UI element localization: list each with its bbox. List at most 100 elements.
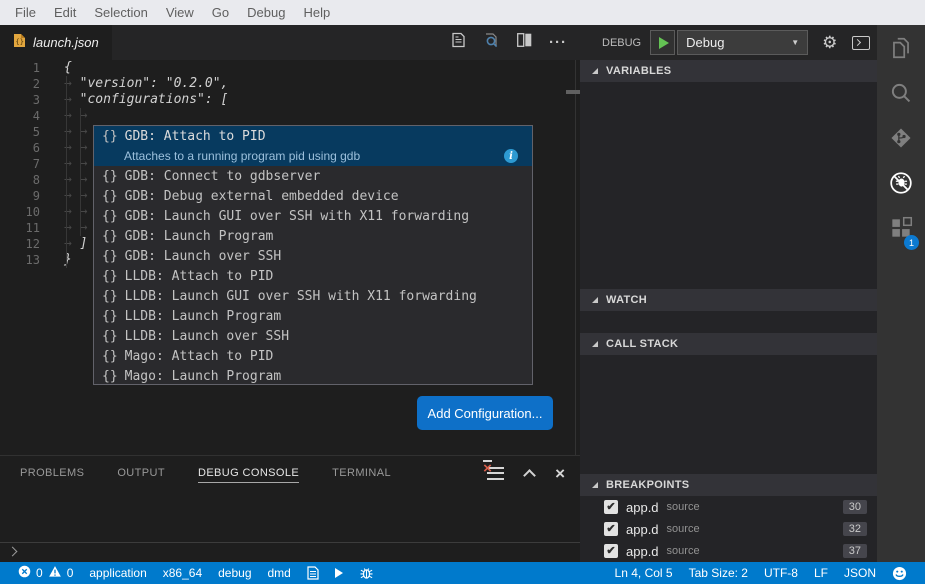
problems-status[interactable]: 0 0 (10, 565, 81, 581)
suggest-item[interactable]: {}GDB: Debug external embedded device (94, 186, 532, 206)
breakpoint-row[interactable]: ✔app.dsource30 (580, 496, 877, 518)
search-icon (888, 80, 914, 111)
code-line-4[interactable]: 4→ → (0, 108, 580, 124)
debug-console-input[interactable] (0, 542, 580, 559)
clear-console-icon[interactable]: × (487, 467, 504, 480)
breakpoint-file: app.d (626, 500, 659, 515)
menu-debug[interactable]: Debug (238, 0, 294, 25)
warning-icon (48, 565, 62, 581)
snippet-braces-icon: {} (102, 129, 118, 144)
eol[interactable]: LF (806, 566, 836, 580)
editor-group: {} launch.json ··· 1{2→ "version": " (0, 25, 580, 562)
feedback-smiley-icon[interactable] (884, 566, 915, 581)
editor-scrollbar[interactable] (575, 60, 576, 455)
suggest-item[interactable]: {}GDB: Attach to PID (94, 126, 532, 146)
suggest-item-label: Mago: Attach to PID (125, 349, 274, 364)
call-stack-body[interactable] (580, 355, 877, 474)
open-preview-icon[interactable] (451, 32, 466, 53)
open-console-icon[interactable] (852, 36, 870, 50)
line-number: 13 (0, 252, 40, 268)
maximize-panel-icon[interactable] (523, 469, 536, 482)
suggest-item[interactable]: {}Mago: Launch Program (94, 366, 532, 385)
snippet-braces-icon: {} (102, 209, 118, 224)
suggest-item[interactable]: {}GDB: Launch over SSH (94, 246, 532, 266)
configure-gear-icon[interactable]: ⚙ (822, 33, 837, 53)
debug-console-output[interactable] (0, 490, 580, 543)
start-debug-button[interactable] (650, 30, 675, 55)
close-panel-icon[interactable]: × (555, 467, 565, 480)
indent-guide (80, 108, 81, 236)
section-header-call-stack[interactable]: CALL STACK (580, 333, 877, 355)
activity-source-control[interactable] (877, 118, 925, 163)
suggest-item[interactable]: {}LLDB: Launch over SSH (94, 326, 532, 346)
more-actions-icon[interactable]: ··· (549, 38, 567, 48)
warning-count: 0 (67, 566, 74, 580)
add-configuration-button[interactable]: Add Configuration... (417, 396, 553, 430)
menu-selection[interactable]: Selection (85, 0, 156, 25)
cursor-position[interactable]: Ln 4, Col 5 (607, 566, 681, 580)
breakpoint-checkbox[interactable]: ✔ (604, 522, 618, 536)
panel-tab-output[interactable]: OUTPUT (117, 464, 165, 482)
breakpoint-file: app.d (626, 544, 659, 559)
panel-tab-debug-console[interactable]: DEBUG CONSOLE (198, 464, 299, 483)
code-line-1[interactable]: 1{ (0, 60, 580, 76)
info-icon[interactable]: i (504, 149, 518, 163)
suggest-item[interactable]: {}GDB: Launch Program (94, 226, 532, 246)
breakpoints-list: ✔app.dsource30✔app.dsource32✔app.dsource… (580, 496, 877, 562)
language-mode[interactable]: JSON (836, 566, 884, 580)
doc-status-icon[interactable] (299, 566, 327, 580)
breakpoint-checkbox[interactable]: ✔ (604, 500, 618, 514)
section-header-variables[interactable]: VARIABLES (580, 60, 877, 82)
section-header-breakpoints[interactable]: BREAKPOINTS (580, 474, 877, 496)
menu-go[interactable]: Go (203, 0, 238, 25)
activity-bar: 1 (877, 25, 925, 562)
clear-x-glyph: × (483, 460, 492, 462)
activity-search[interactable] (877, 73, 925, 118)
panel-tab-problems[interactable]: PROBLEMS (20, 464, 84, 482)
split-editor-icon[interactable] (517, 33, 532, 52)
tab-size[interactable]: Tab Size: 2 (681, 566, 756, 580)
suggest-item[interactable]: {}LLDB: Launch Program (94, 306, 532, 326)
search-in-file-icon[interactable] (483, 32, 500, 53)
breakpoint-file: app.d (626, 522, 659, 537)
tab-launch-json[interactable]: {} launch.json (0, 25, 112, 60)
run-status-icon[interactable] (327, 568, 351, 578)
menu-view[interactable]: View (157, 0, 203, 25)
status-right: Ln 4, Col 5 Tab Size: 2 UTF-8 LF JSON (607, 566, 925, 581)
breakpoint-row[interactable]: ✔app.dsource37 (580, 540, 877, 562)
activity-extensions[interactable]: 1 (877, 208, 925, 253)
status-x86_64[interactable]: x86_64 (155, 566, 210, 580)
suggest-item[interactable]: {}LLDB: Launch GUI over SSH with X11 for… (94, 286, 532, 306)
section-header-watch[interactable]: WATCH (580, 289, 877, 311)
panel-tab-terminal[interactable]: TERMINAL (332, 464, 391, 482)
menu-file[interactable]: File (6, 0, 45, 25)
extensions-badge: 1 (904, 235, 919, 250)
encoding[interactable]: UTF-8 (756, 566, 806, 580)
activity-debug[interactable] (877, 163, 925, 208)
suggest-item[interactable]: {}LLDB: Attach to PID (94, 266, 532, 286)
twistie-icon (592, 482, 598, 488)
section-label: WATCH (606, 294, 647, 306)
launch-config-select[interactable]: Debug ▼ (677, 30, 808, 55)
build-config-items: applicationx86_64debugdmd (81, 566, 298, 580)
breakpoint-checkbox[interactable]: ✔ (604, 544, 618, 558)
code-line-2[interactable]: 2→ "version": "0.2.0", (0, 76, 580, 92)
watch-body[interactable] (580, 311, 877, 333)
bug-status-icon[interactable] (351, 566, 382, 580)
bottom-panel: PROBLEMS OUTPUT DEBUG CONSOLE TERMINAL × × (0, 455, 580, 562)
section-label: BREAKPOINTS (606, 479, 689, 491)
activity-explorer[interactable] (877, 28, 925, 73)
menu-edit[interactable]: Edit (45, 0, 85, 25)
status-dmd[interactable]: dmd (260, 566, 299, 580)
suggest-item[interactable]: {}Mago: Attach to PID (94, 346, 532, 366)
breakpoint-row[interactable]: ✔app.dsource32 (580, 518, 877, 540)
snippet-braces-icon: {} (102, 249, 118, 264)
variables-body[interactable] (580, 82, 877, 289)
suggest-item[interactable]: {}GDB: Connect to gdbserver (94, 166, 532, 186)
status-debug[interactable]: debug (210, 566, 259, 580)
suggest-item[interactable]: {}GDB: Launch GUI over SSH with X11 forw… (94, 206, 532, 226)
code-editor[interactable]: 1{2→ "version": "0.2.0",3→ "configuratio… (0, 60, 580, 455)
menu-help[interactable]: Help (294, 0, 339, 25)
status-application[interactable]: application (81, 566, 154, 580)
code-line-3[interactable]: 3→ "configurations": [ (0, 92, 580, 108)
